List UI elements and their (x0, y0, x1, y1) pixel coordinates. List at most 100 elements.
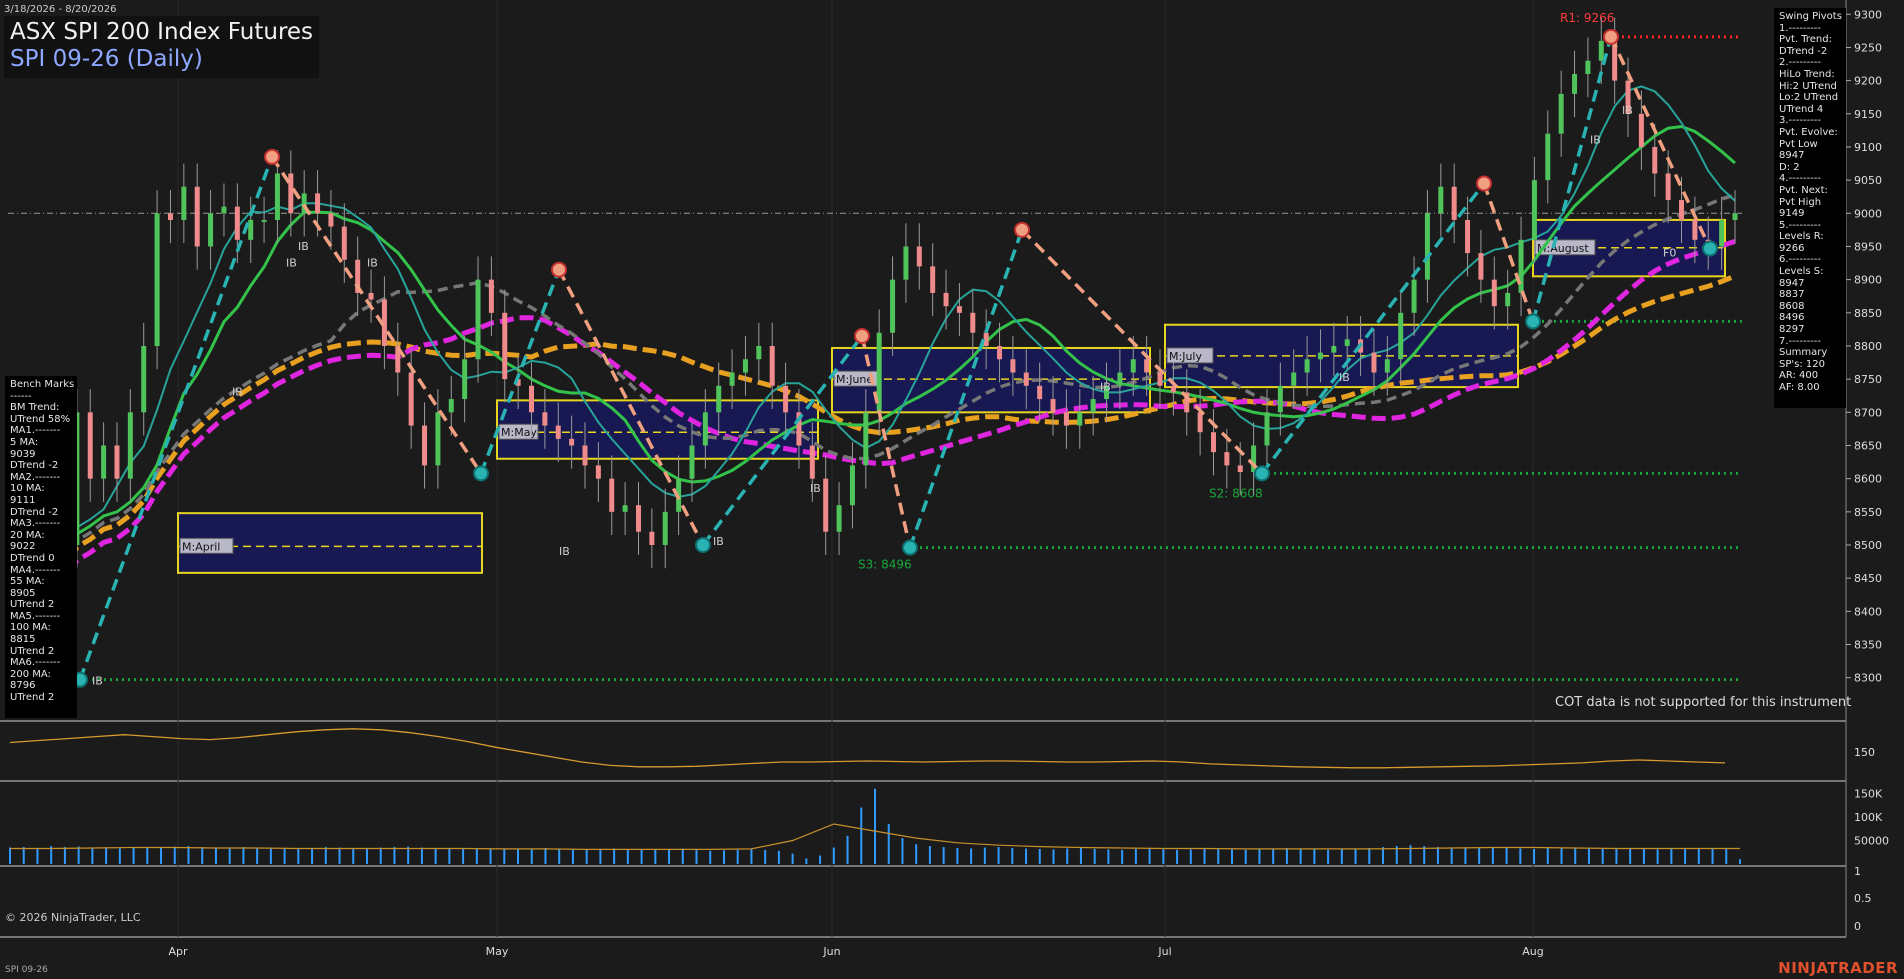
copyright: © 2026 NinjaTrader, LLC (5, 911, 141, 924)
value-area-label: M:July (1169, 350, 1202, 363)
candle-body (1117, 372, 1123, 386)
marker-ib: IB (1339, 371, 1350, 384)
panel-line: 9111 (10, 494, 36, 506)
marker-ib: IB (298, 240, 309, 253)
candle-body (702, 412, 708, 446)
swing-point (473, 465, 489, 482)
chart-background (0, 0, 1904, 979)
panel-line: 5 MA: (10, 436, 39, 448)
panel-line: 8837 (1779, 289, 1805, 301)
candle-body (555, 425, 561, 439)
panel-line: BM Trend: (10, 402, 60, 414)
panel-line: UTrend 58% (10, 413, 71, 425)
candle-body (716, 385, 722, 413)
candle-body (435, 412, 441, 466)
price-tick-label: 8300 (1854, 672, 1882, 685)
swing-point (1702, 240, 1718, 257)
brand-logo: NINJATRADER (1778, 959, 1898, 977)
panel-line: 55 MA: (10, 576, 45, 588)
candle-body (930, 266, 936, 293)
panel-line: 8796 (10, 680, 36, 692)
panel-title: Swing Pivots (1779, 11, 1842, 22)
panel-line: ------ (10, 390, 32, 402)
value-area-label: M:June (836, 373, 873, 386)
panel-line: 5.--------- (1779, 219, 1822, 231)
candle-body (1157, 372, 1163, 386)
panel-line: DTrend -2 (10, 506, 59, 518)
candle-body (542, 412, 548, 426)
marker-ib: IB (232, 386, 243, 399)
cot-note: COT data is not supported for this instr… (1555, 695, 1852, 710)
candle-body (956, 306, 962, 313)
month-label-aug: Aug (1522, 945, 1543, 958)
volume-tick-label: 100K (1854, 811, 1883, 824)
candle-body (970, 312, 976, 333)
swing-point (551, 261, 567, 278)
candle-body (328, 213, 334, 227)
volume-tick-label: 50000 (1854, 834, 1889, 847)
candle-body (863, 412, 869, 466)
price-tick-label: 8400 (1854, 605, 1882, 618)
price-tick-label: 9150 (1854, 108, 1882, 121)
candle-body (154, 213, 160, 346)
candle-body (101, 445, 107, 479)
panel-line: 8947 (1779, 277, 1805, 289)
marker-ib: IB (1100, 380, 1111, 393)
candle-body (1451, 186, 1457, 220)
candle-body (997, 345, 1003, 360)
panel-line: D: 2 (1779, 161, 1800, 173)
swing-point (1525, 313, 1541, 330)
candle-body (408, 372, 414, 426)
panel-line: 9022 (10, 541, 36, 553)
price-tick-label: 9300 (1854, 8, 1882, 21)
candle-body (475, 279, 481, 360)
candle-body (1665, 173, 1671, 201)
panel-line: MA4.------- (10, 564, 61, 576)
candle-body (448, 399, 454, 413)
candle-body (649, 531, 655, 545)
panel-line: 2.--------- (1779, 57, 1822, 69)
panel-line: 8815 (10, 634, 36, 646)
candle-body (181, 186, 187, 220)
panel-line: 100 MA: (10, 622, 51, 634)
panel-line: Pvt. Next: (1779, 184, 1828, 196)
panel-line: Pvt Low (1779, 138, 1818, 150)
candle-body (1237, 465, 1243, 473)
candle-body (742, 359, 748, 373)
candle-body (1572, 73, 1578, 94)
candle-body (582, 445, 588, 466)
marker-ib: IB (286, 256, 297, 269)
marker-ib: IB (1590, 134, 1601, 147)
month-label-apr: Apr (168, 945, 188, 958)
swing-point (1603, 28, 1619, 45)
panel-line: AR: 400 (1779, 370, 1819, 382)
candle-body (1037, 385, 1043, 400)
volume-tick-label: 150K (1854, 787, 1883, 800)
level-label: S3: 8496 (858, 558, 912, 572)
panel-line: UTrend 2 (10, 599, 55, 611)
panel-line: 200 MA: (10, 668, 51, 680)
swing-point (1014, 221, 1030, 238)
panel-line: DTrend -2 (1779, 45, 1828, 57)
month-label-jul: Jul (1157, 945, 1171, 958)
candle-body (809, 445, 815, 479)
month-label-may: May (486, 945, 509, 958)
chart-canvas[interactable]: M:AprilM:MayM:JuneM:JulyM:August R1: 926… (0, 0, 1904, 979)
candle-body (1598, 40, 1604, 61)
price-tick-label: 8700 (1854, 406, 1882, 419)
price-tick-label: 9000 (1854, 207, 1882, 220)
panel-line: Summary (1779, 347, 1828, 359)
candle-body (1090, 399, 1096, 413)
panel-line: 20 MA: (10, 529, 45, 541)
price-tick-label: 9200 (1854, 75, 1882, 88)
candle-body (529, 385, 535, 413)
panel-line: 8905 (10, 587, 36, 599)
price-tick-label: 9250 (1854, 41, 1882, 54)
level-label: S2: 8608 (1209, 486, 1263, 500)
candle-body (1438, 186, 1444, 214)
candle-body (1518, 239, 1524, 293)
panel-line: DTrend -2 (10, 460, 59, 472)
candle-body (569, 438, 575, 446)
panel-line: AF: 8.00 (1779, 382, 1820, 393)
candle-body (288, 173, 294, 214)
